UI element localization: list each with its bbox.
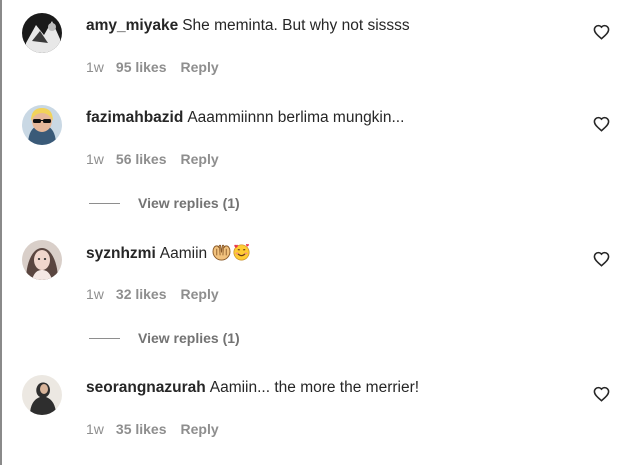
view-replies-button[interactable]: View replies (1): [89, 329, 240, 347]
palms-up-together-emoji: [212, 244, 231, 261]
avatar[interactable]: [22, 105, 62, 145]
heart-icon[interactable]: [593, 116, 610, 132]
comment-meta: 1w 35 likes Reply: [86, 420, 219, 438]
comment-meta: 1w 95 likes Reply: [86, 58, 219, 76]
reply-button[interactable]: Reply: [181, 151, 219, 167]
comment-timestamp: 1w: [86, 59, 104, 75]
comment-text: Aaammiinnn berlima mungkin...: [187, 109, 405, 126]
view-replies-label: View replies (1): [138, 330, 240, 346]
comment-timestamp: 1w: [86, 151, 104, 167]
comment-meta: 1w 32 likes Reply: [86, 285, 219, 303]
window-edge-divider: [0, 0, 2, 465]
heart-icon[interactable]: [593, 24, 610, 40]
heart-icon[interactable]: [593, 386, 610, 402]
like-count[interactable]: 95 likes: [116, 59, 167, 75]
comment-username[interactable]: fazimahbazid: [86, 109, 183, 126]
like-count[interactable]: 35 likes: [116, 421, 167, 437]
comment-timestamp: 1w: [86, 421, 104, 437]
heart-icon[interactable]: [593, 251, 610, 267]
view-replies-line: [89, 337, 120, 339]
comment-text-line: syznhzmi Aamiin: [86, 243, 251, 264]
like-count[interactable]: 32 likes: [116, 286, 167, 302]
avatar[interactable]: [22, 13, 62, 53]
reply-button[interactable]: Reply: [181, 59, 219, 75]
avatar[interactable]: [22, 375, 62, 415]
comment-text-line: amy_miyake She meminta. But why not sisss…: [86, 16, 410, 36]
view-replies-line: [89, 202, 120, 204]
comment-text-line: seorangnazurah Aamiin... the more the mer…: [86, 378, 419, 398]
view-replies-label: View replies (1): [138, 195, 240, 211]
comment-meta: 1w 56 likes Reply: [86, 150, 219, 168]
comment-username[interactable]: amy_miyake: [86, 17, 178, 34]
smiling-face-with-hearts-emoji: [233, 243, 250, 261]
reply-button[interactable]: Reply: [181, 286, 219, 302]
like-count[interactable]: 56 likes: [116, 151, 167, 167]
comment-text: Aamiin: [159, 245, 208, 262]
comment-username[interactable]: seorangnazurah: [86, 379, 206, 396]
comment-text: Aamiin... the more the merrier!: [209, 379, 420, 396]
comment-text: She meminta. But why not sissss: [182, 17, 410, 34]
reply-button[interactable]: Reply: [181, 421, 219, 437]
view-replies-button[interactable]: View replies (1): [89, 194, 240, 212]
avatar[interactable]: [22, 240, 62, 280]
comment-text-line: fazimahbazid Aaammiinnn berlima mungkin..…: [86, 108, 404, 128]
comment-username[interactable]: syznhzmi: [86, 245, 156, 262]
comment-timestamp: 1w: [86, 286, 104, 302]
